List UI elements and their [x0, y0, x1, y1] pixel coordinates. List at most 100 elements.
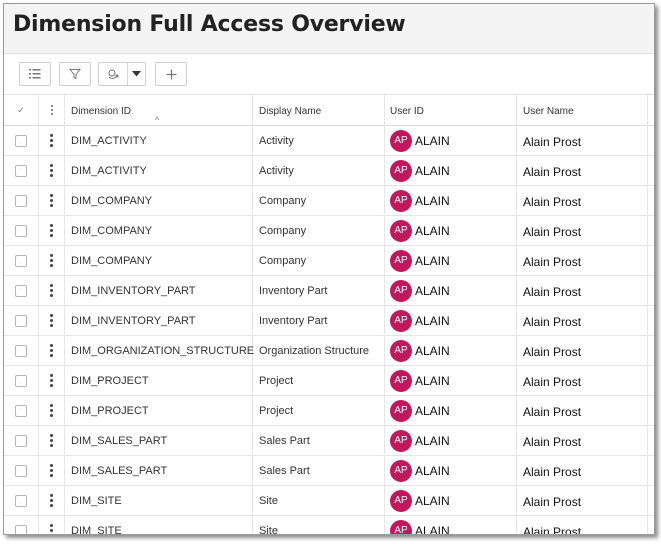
row-checkbox[interactable]: [15, 164, 27, 177]
row-checkbox[interactable]: [15, 284, 27, 297]
avatar[interactable]: AP: [390, 459, 412, 482]
row-actions-kebab-icon[interactable]: [50, 434, 53, 447]
avatar[interactable]: AP: [390, 519, 412, 534]
table-row[interactable]: DIM_SITE Site AP ALAIN Alain Prost: [4, 516, 654, 535]
table-row[interactable]: DIM_INVENTORY_PART Inventory Part AP ALA…: [4, 276, 654, 306]
header-user-name[interactable]: User Name: [517, 95, 648, 125]
avatar[interactable]: AP: [390, 489, 412, 512]
avatar[interactable]: AP: [390, 219, 412, 242]
avatar[interactable]: AP: [390, 429, 412, 452]
table-row[interactable]: DIM_COMPANY Company AP ALAIN Alain Prost: [4, 186, 654, 216]
avatar[interactable]: AP: [390, 309, 412, 332]
row-select-cell: [4, 186, 39, 215]
table-row[interactable]: DIM_SALES_PART Sales Part AP ALAIN Alain…: [4, 456, 654, 486]
table-row[interactable]: DIM_SITE Site AP ALAIN Alain Prost: [4, 486, 654, 516]
row-actions-kebab-icon[interactable]: [50, 344, 53, 357]
header-dimension-id[interactable]: Dimension ID ^: [65, 95, 253, 125]
avatar[interactable]: AP: [390, 339, 412, 362]
dimension-id-value: DIM_INVENTORY_PART: [71, 314, 196, 327]
split-divider: [127, 63, 128, 85]
filter-icon: [69, 69, 81, 80]
table-row[interactable]: DIM_ACTIVITY Activity AP ALAIN Alain Pro…: [4, 126, 654, 156]
group-by-split-button[interactable]: [98, 62, 146, 86]
row-actions-kebab-icon[interactable]: [50, 194, 53, 207]
row-menu-cell: [39, 396, 65, 425]
row-actions-kebab-icon[interactable]: [50, 464, 53, 477]
user-id-value: ALAIN: [415, 253, 450, 268]
row-actions-kebab-icon[interactable]: [50, 284, 53, 297]
row-actions-kebab-icon[interactable]: [50, 164, 53, 177]
row-actions-kebab-icon[interactable]: [50, 224, 53, 237]
row-checkbox[interactable]: [15, 224, 27, 237]
dimension-access-window: Dimension Full Access Overview ✓ Dimensi…: [3, 3, 655, 535]
dimension-id-cell: DIM_ACTIVITY: [65, 126, 253, 155]
row-checkbox[interactable]: [15, 494, 27, 507]
details-view-button[interactable]: [19, 62, 51, 86]
table-row[interactable]: DIM_PROJECT Project AP ALAIN Alain Prost: [4, 396, 654, 426]
row-checkbox[interactable]: [15, 314, 27, 327]
table-row[interactable]: DIM_ORGANIZATION_STRUCTURE Organization …: [4, 336, 654, 366]
row-actions-kebab-icon[interactable]: [50, 134, 53, 147]
row-checkbox[interactable]: [15, 464, 27, 477]
user-id-cell: AP ALAIN: [385, 366, 517, 395]
avatar[interactable]: AP: [390, 369, 412, 392]
row-menu-cell: [39, 216, 65, 245]
user-name-cell: Alain Prost: [517, 306, 648, 335]
row-checkbox[interactable]: [15, 194, 27, 207]
row-actions-kebab-icon[interactable]: [50, 524, 53, 534]
avatar[interactable]: AP: [390, 279, 412, 302]
user-id-value: ALAIN: [415, 403, 450, 418]
dimension-id-cell: DIM_ORGANIZATION_STRUCTURE: [65, 336, 255, 365]
row-checkbox[interactable]: [15, 344, 27, 357]
row-checkbox[interactable]: [15, 434, 27, 447]
header-user-id[interactable]: User ID: [385, 95, 517, 125]
group-by-button[interactable]: [107, 68, 121, 80]
row-checkbox[interactable]: [15, 254, 27, 267]
avatar[interactable]: AP: [390, 129, 412, 152]
row-actions-kebab-icon[interactable]: [50, 314, 53, 327]
table-row[interactable]: DIM_SALES_PART Sales Part AP ALAIN Alain…: [4, 426, 654, 456]
add-button[interactable]: [155, 62, 187, 86]
avatar[interactable]: AP: [390, 189, 412, 212]
group-by-dropdown[interactable]: [132, 71, 141, 77]
avatar[interactable]: AP: [390, 159, 412, 182]
display-name-value: Sales Part: [259, 434, 310, 447]
row-checkbox[interactable]: [15, 374, 27, 387]
user-name-value: Alain Prost: [523, 465, 582, 479]
user-name-cell: Alain Prost: [517, 276, 648, 305]
display-name-cell: Inventory Part: [253, 276, 385, 305]
table-row[interactable]: DIM_PROJECT Project AP ALAIN Alain Prost: [4, 366, 654, 396]
select-all-header[interactable]: ✓: [4, 95, 39, 125]
user-id-cell: AP ALAIN: [385, 456, 517, 485]
row-actions-kebab-icon[interactable]: [50, 404, 53, 417]
row-checkbox[interactable]: [15, 134, 27, 147]
avatar[interactable]: AP: [390, 249, 412, 272]
row-checkbox[interactable]: [15, 404, 27, 417]
table-row[interactable]: DIM_INVENTORY_PART Inventory Part AP ALA…: [4, 306, 654, 336]
table-row[interactable]: DIM_COMPANY Company AP ALAIN Alain Prost: [4, 216, 654, 246]
dimension-id-value: DIM_ORGANIZATION_STRUCTURE: [71, 344, 255, 357]
row-select-cell: [4, 276, 39, 305]
row-actions-kebab-icon[interactable]: [50, 494, 53, 507]
dimension-id-cell: DIM_SALES_PART: [65, 426, 253, 455]
display-name-cell: Inventory Part: [253, 306, 385, 335]
avatar[interactable]: AP: [390, 399, 412, 422]
row-actions-kebab-icon[interactable]: [50, 254, 53, 267]
data-grid: ✓ Dimension ID ^ Display Name User ID Us…: [4, 95, 654, 535]
dimension-id-value: DIM_SITE: [71, 524, 122, 535]
header-display-name[interactable]: Display Name: [253, 95, 385, 125]
dimension-id-value: DIM_COMPANY: [71, 254, 153, 267]
user-name-value: Alain Prost: [523, 225, 582, 239]
row-menu-cell: [39, 126, 65, 155]
table-row[interactable]: DIM_COMPANY Company AP ALAIN Alain Prost: [4, 246, 654, 276]
table-row[interactable]: DIM_ACTIVITY Activity AP ALAIN Alain Pro…: [4, 156, 654, 186]
row-select-cell: [4, 456, 39, 485]
header-column-menu[interactable]: [39, 95, 65, 125]
row-checkbox[interactable]: [15, 524, 27, 534]
row-select-cell: [4, 306, 39, 335]
row-actions-kebab-icon[interactable]: [50, 374, 53, 387]
user-name-value: Alain Prost: [523, 525, 582, 535]
user-id-value: ALAIN: [415, 163, 450, 178]
filter-button[interactable]: [59, 62, 91, 86]
user-id-value: ALAIN: [415, 313, 450, 328]
